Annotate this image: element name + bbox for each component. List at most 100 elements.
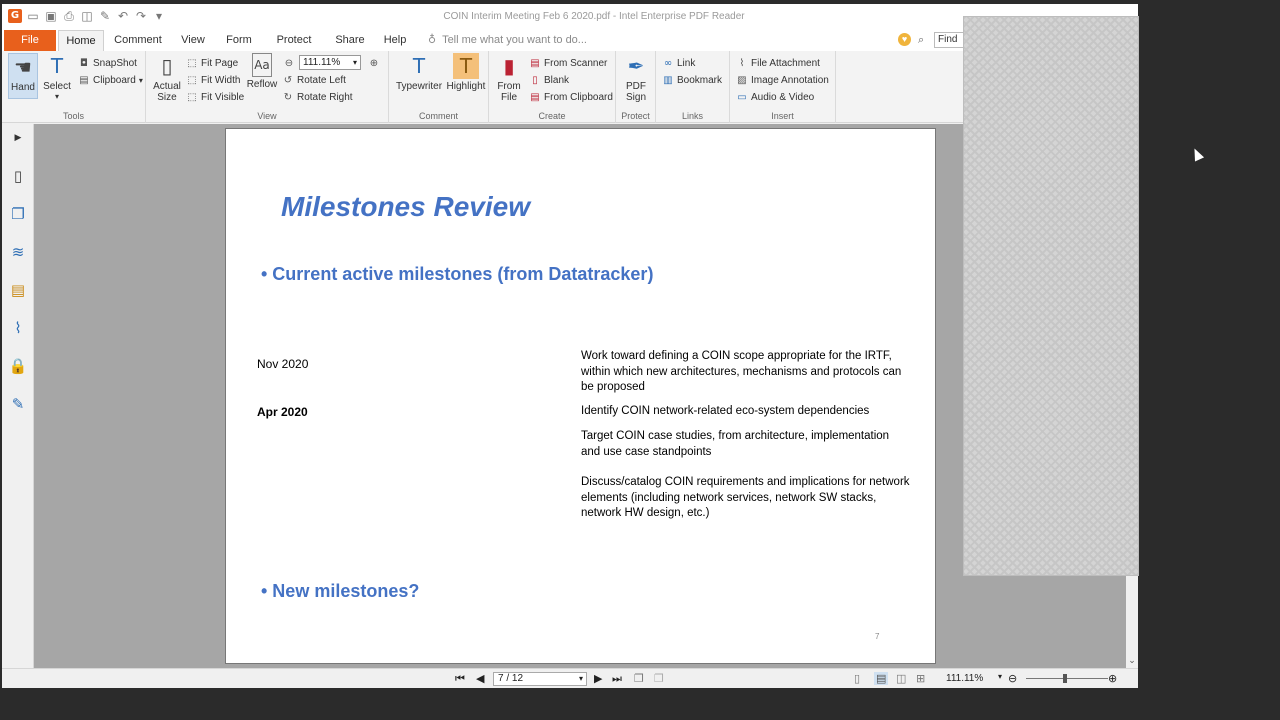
from-clipboard-button[interactable]: ▤ From Clipboard	[529, 90, 613, 105]
zoom-out-icon[interactable]: ⊖	[283, 57, 295, 69]
snapshot-button[interactable]: ◘ SnapShot	[78, 56, 137, 71]
clipboard-button[interactable]: ▤ Clipboard ▾	[78, 73, 143, 88]
fit-width-button[interactable]: ⬚ Fit Width	[186, 73, 240, 88]
highlight-button[interactable]: T Highlight	[445, 53, 487, 92]
tab-view[interactable]: View	[172, 30, 214, 51]
find-input[interactable]: Find	[934, 32, 964, 48]
link-button[interactable]: ∞ Link	[662, 56, 696, 71]
layers-icon[interactable]: ≋	[8, 242, 28, 262]
scroll-down-icon[interactable]: ⌄	[1126, 656, 1138, 666]
tab-file[interactable]: File	[4, 30, 56, 51]
attachments-icon[interactable]: ⌇	[8, 318, 28, 338]
from-scanner-button[interactable]: ▤ From Scanner	[529, 56, 607, 71]
status-bar: ⏮ ◀ 7 / 12 ▾ ▶ ⏭ ❐ ❐ ▯ ▤ ◫ ⊞ 111.11% ▾ ⊖…	[2, 668, 1138, 688]
zoom-slider-thumb[interactable]	[1063, 674, 1067, 683]
expand-pane-icon[interactable]: ▶	[8, 128, 28, 148]
previous-page-icon[interactable]: ◀	[476, 672, 484, 685]
file-attachment-button[interactable]: ⌇ File Attachment	[736, 56, 820, 71]
rotate-right-button[interactable]: ↻ Rotate Right	[282, 90, 353, 105]
highlight-label: Highlight	[446, 81, 486, 92]
tab-help[interactable]: Help	[378, 30, 412, 51]
rotate-left-label: Rotate Left	[297, 75, 346, 86]
first-page-icon[interactable]: ⏮	[455, 672, 465, 686]
zoom-dropdown-icon[interactable]: ▾	[998, 672, 1002, 681]
status-zoom-level: 111.11%	[946, 673, 984, 684]
clipboard-icon: ▤	[79, 75, 89, 86]
highlight-icon: T	[453, 53, 479, 79]
comments-icon[interactable]: ▤	[8, 280, 28, 300]
page-thumbnail-icon[interactable]: ▯	[8, 166, 28, 186]
fit-page-icon: ⬚	[187, 58, 197, 69]
typewriter-label: Typewriter	[395, 81, 443, 92]
tab-protect[interactable]: Protect	[268, 30, 320, 51]
single-page-view-icon[interactable]: ▯	[854, 672, 860, 685]
tab-home[interactable]: Home	[58, 30, 104, 51]
lock-icon[interactable]: 🔒	[8, 356, 28, 376]
view-group-label: View	[257, 111, 277, 121]
continuous-facing-icon[interactable]: ⊞	[916, 672, 925, 685]
favorite-icon[interactable]: ♥	[898, 33, 911, 46]
reflow-button[interactable]: Aa Reflow	[246, 53, 278, 90]
audio-video-button[interactable]: ▭ Audio & Video	[736, 90, 814, 105]
from-clipboard-label: From Clipboard	[544, 92, 613, 103]
zoom-combo[interactable]: 111.11% ▾	[299, 55, 361, 70]
tell-me-placeholder: Tell me what you want to do...	[442, 33, 587, 46]
screen: G ▭ ▣ ⎙ ◫ ✎ ↶ ↷ ▾ COIN Interim Meeting F…	[0, 0, 1280, 720]
image-icon: ▨	[737, 75, 747, 86]
milestone-date: Apr 2020	[257, 405, 308, 419]
milestone-description: Work toward defining a COIN scope approp…	[581, 350, 902, 393]
actual-size-label-1: Actual	[153, 81, 181, 92]
links-group-label: Links	[681, 111, 703, 121]
actual-size-label-2: Size	[157, 92, 177, 103]
tab-form[interactable]: Form	[218, 30, 260, 51]
rotate-left-button[interactable]: ↺ Rotate Left	[282, 73, 346, 88]
page-dropdown-icon: ▾	[578, 674, 583, 683]
zoom-in-icon[interactable]: ⊕	[1108, 672, 1117, 685]
fit-page-button[interactable]: ⬚ Fit Page	[186, 56, 238, 71]
image-annotation-label: Image Annotation	[751, 75, 829, 86]
actual-size-button[interactable]: ▯ Actual Size	[150, 53, 184, 103]
file-attachment-label: File Attachment	[751, 58, 820, 69]
bookmark-button[interactable]: ▥ Bookmark	[662, 73, 722, 88]
zoom-out-icon[interactable]: ⊖	[1008, 672, 1017, 685]
fit-visible-button[interactable]: ⬚ Fit Visible	[186, 90, 244, 105]
slide-title: Milestones Review	[281, 191, 530, 222]
link-icon: ∞	[663, 58, 673, 69]
signature-panel-icon[interactable]: ✎	[8, 394, 28, 414]
tab-share[interactable]: Share	[328, 30, 372, 51]
pages-icon[interactable]: ❐	[8, 204, 28, 224]
zoom-value: 111.11%	[303, 57, 341, 68]
hand-button[interactable]: ☚ Hand	[8, 53, 38, 99]
actual-size-icon: ▯	[161, 54, 173, 78]
from-file-label-1: From	[497, 81, 521, 92]
continuous-view-icon[interactable]: ▤	[874, 672, 889, 685]
select-button[interactable]: T Select ▾	[42, 53, 72, 101]
bookmark-label: Bookmark	[677, 75, 723, 86]
image-annotation-button[interactable]: ▨ Image Annotation	[736, 73, 829, 88]
typewriter-button[interactable]: T Typewriter	[395, 53, 443, 92]
zoom-in-icon[interactable]: ⊕	[368, 57, 380, 69]
from-file-button[interactable]: ▮ From File	[493, 53, 525, 103]
facing-view-icon[interactable]: ◫	[896, 672, 906, 685]
next-view-icon[interactable]: ❐	[654, 672, 664, 685]
video-icon: ▭	[737, 92, 747, 103]
rotate-right-label: Rotate Right	[297, 92, 353, 103]
scanner-icon: ▤	[530, 58, 540, 69]
tell-me-search[interactable]: ♁ Tell me what you want to do...	[428, 33, 587, 46]
insert-group-label: Insert	[771, 111, 794, 121]
from-file-icon: ▮	[503, 54, 515, 78]
last-page-icon[interactable]: ⏭	[612, 672, 622, 686]
blank-page-icon: ▯	[532, 75, 538, 86]
zoom-slider[interactable]	[1026, 678, 1108, 679]
page-number-input[interactable]: 7 / 12 ▾	[493, 672, 587, 686]
previous-view-icon[interactable]: ❐	[634, 672, 644, 685]
find-icon[interactable]: ⌕	[918, 33, 924, 47]
pdf-sign-label-1: PDF	[626, 81, 646, 92]
pdf-sign-button[interactable]: ✒ PDF Sign	[620, 53, 652, 103]
blank-button[interactable]: ▯ Blank	[529, 73, 569, 88]
tab-comment[interactable]: Comment	[108, 30, 168, 51]
pen-sign-icon: ✒	[627, 54, 645, 78]
clipboard-label: Clipboard	[93, 75, 136, 86]
next-page-icon[interactable]: ▶	[594, 672, 602, 685]
paperclip-icon: ⌇	[739, 58, 745, 69]
